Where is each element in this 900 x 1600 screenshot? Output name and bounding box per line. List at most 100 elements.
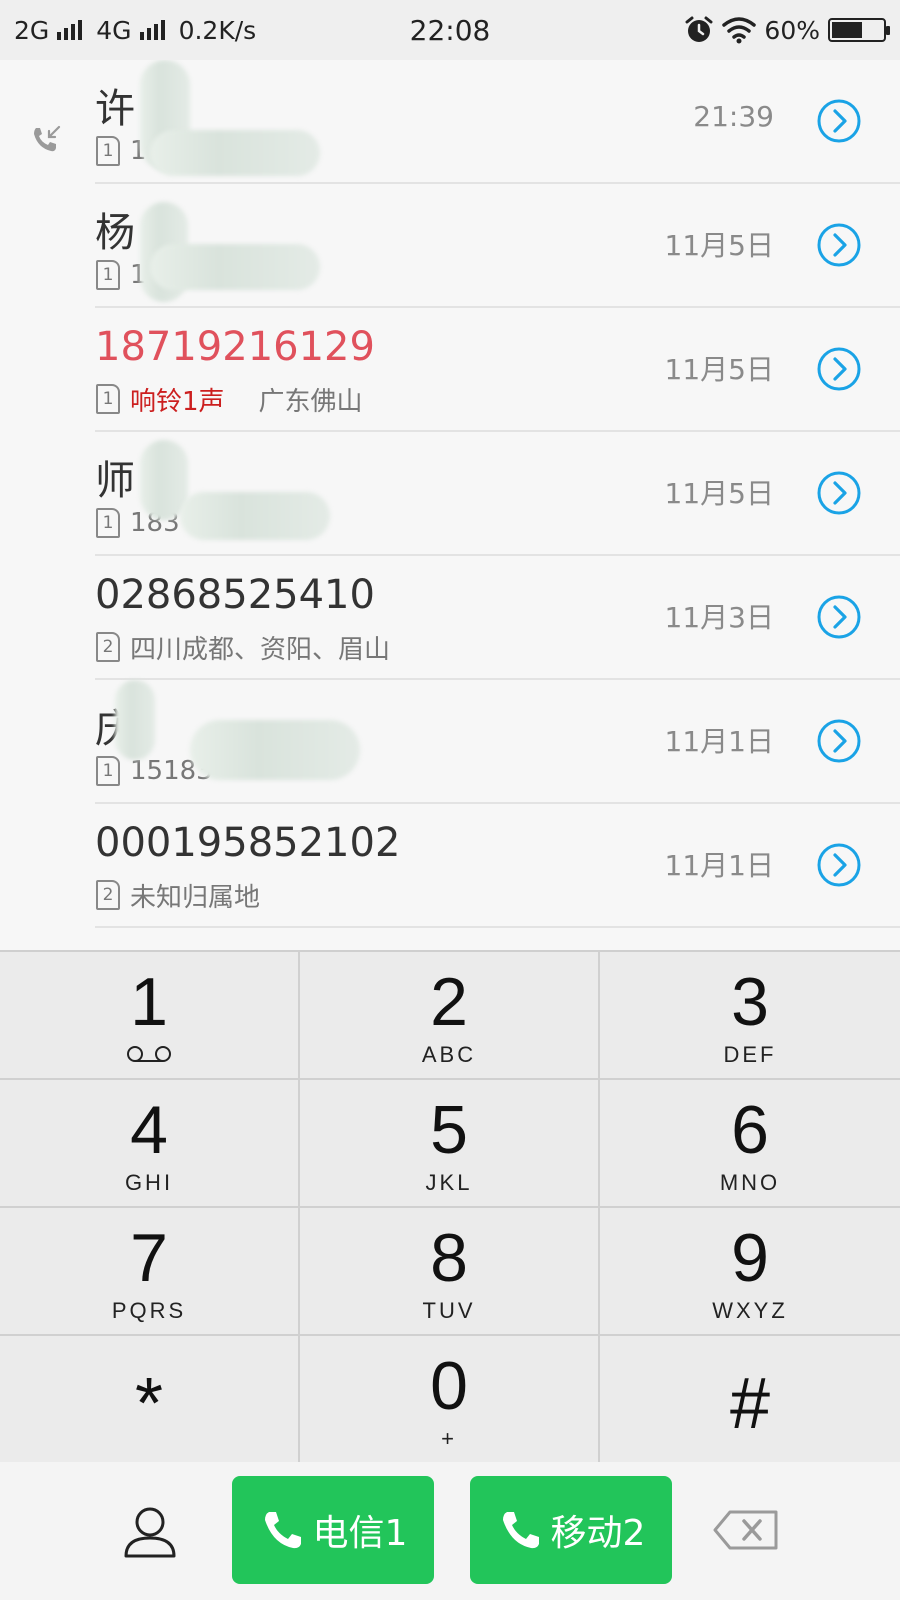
- call-sim2-label: 移动2: [550, 1513, 646, 1554]
- key-letters: DEF: [723, 1042, 777, 1067]
- call-name: 杨: [95, 210, 135, 256]
- call-time: 11月5日: [664, 229, 774, 262]
- call-sim1-label: 电信1: [312, 1513, 408, 1554]
- incoming-call-icon: [34, 125, 61, 152]
- key-letters: TUV: [422, 1298, 476, 1323]
- phone-icon: [264, 1512, 301, 1549]
- signal-icon: [57, 20, 83, 40]
- privacy-blur: [190, 720, 360, 780]
- wifi-icon: [722, 17, 757, 44]
- call-log-row[interactable]: 杨 1 1 11月5日: [0, 184, 900, 308]
- call-name: 18719216129: [95, 324, 375, 370]
- call-name: 师: [95, 458, 135, 504]
- sim-1-icon: 1: [96, 136, 120, 166]
- sim-1-icon: 1: [96, 260, 120, 290]
- call-subtitle: 2 未知归属地: [96, 878, 261, 913]
- chevron-right-circle-icon[interactable]: [816, 222, 862, 268]
- voicemail-icon: [127, 1046, 171, 1062]
- status-left: 2G 4G 0.2K/s: [14, 16, 256, 45]
- status-right: 60%: [684, 15, 890, 45]
- key-digit: 9: [731, 1220, 769, 1296]
- dial-keypad: 1 2 ABC 3 DEF 4 GHI 5 JKL 6 MNO 7 PQRS 8 TUV 9 WXYZ * 0 + #: [0, 950, 900, 1464]
- key-letters: PQRS: [111, 1298, 187, 1323]
- sim-2-icon: 2: [96, 880, 120, 910]
- key-1[interactable]: 1: [0, 952, 300, 1080]
- key-8[interactable]: 8 TUV: [300, 1208, 600, 1336]
- key-6[interactable]: 6 MNO: [600, 1080, 900, 1208]
- key-9[interactable]: 9 WXYZ: [600, 1208, 900, 1336]
- call-name: 000195852102: [95, 820, 401, 866]
- key-letters: ABC: [421, 1042, 477, 1067]
- sim-1-icon: 1: [96, 508, 120, 538]
- call-subtitle: 2 四川成都、资阳、眉山: [96, 630, 391, 665]
- call-log-row[interactable]: 000195852102 2 未知归属地 11月1日: [0, 804, 900, 928]
- sim-1-icon: 1: [96, 384, 120, 414]
- call-location: 广东佛山: [258, 386, 363, 417]
- privacy-blur: [150, 130, 320, 176]
- call-time: 11月1日: [664, 725, 774, 758]
- contacts-icon[interactable]: [118, 1500, 182, 1564]
- ring-count: 响铃1声: [130, 386, 225, 417]
- key-3[interactable]: 3 DEF: [600, 952, 900, 1080]
- key-5[interactable]: 5 JKL: [300, 1080, 600, 1208]
- call-sim2-button[interactable]: 移动2: [470, 1476, 672, 1584]
- backspace-icon[interactable]: [712, 1508, 780, 1552]
- battery-charging-icon: [828, 18, 890, 42]
- chevron-right-circle-icon[interactable]: [816, 346, 862, 392]
- call-time: 11月5日: [664, 477, 774, 510]
- chevron-right-circle-icon[interactable]: [816, 594, 862, 640]
- call-subtitle: 11: [96, 134, 147, 168]
- key-2[interactable]: 2 ABC: [300, 952, 600, 1080]
- key-digit: 4: [130, 1092, 168, 1168]
- call-time: 11月3日: [664, 601, 774, 634]
- call-time: 21:39: [693, 100, 774, 133]
- sim-1-icon: 1: [96, 756, 120, 786]
- key-digit: 7: [130, 1220, 168, 1296]
- call-log-row[interactable]: 师 1 183 11月5日: [0, 432, 900, 556]
- network-type-2: 4G: [96, 15, 132, 45]
- chevron-right-circle-icon[interactable]: [816, 470, 862, 516]
- key-7[interactable]: 7 PQRS: [0, 1208, 300, 1336]
- key-digit: 1: [130, 964, 168, 1040]
- status-bar: 2G 4G 0.2K/s 22:08 60%: [0, 0, 900, 60]
- key-letters: +: [441, 1426, 457, 1451]
- sim-2-icon: 2: [96, 632, 120, 662]
- key-digit: 0: [430, 1348, 468, 1424]
- key-digit: 6: [731, 1092, 769, 1168]
- action-bar: 电信1 移动2: [0, 1462, 900, 1600]
- privacy-blur: [180, 492, 330, 540]
- call-log-row[interactable]: 庆11518311月1日: [0, 680, 900, 804]
- privacy-blur: [150, 244, 320, 290]
- call-log-row[interactable]: 02868525410 2 四川成都、资阳、眉山 11月3日: [0, 556, 900, 680]
- key-0[interactable]: 0 +: [300, 1336, 600, 1464]
- chevron-right-circle-icon[interactable]: [816, 842, 862, 888]
- key-digit: *: [134, 1364, 164, 1444]
- call-log-row[interactable]: 18719216129 1 响铃1声 广东佛山 11月5日: [0, 308, 900, 432]
- call-time: 11月5日: [664, 353, 774, 386]
- key-digit: 8: [430, 1220, 468, 1296]
- key-letters: WXYZ: [712, 1298, 788, 1323]
- chevron-right-circle-icon[interactable]: [816, 98, 862, 144]
- battery-fill: [832, 22, 862, 38]
- row-divider: [95, 926, 900, 928]
- privacy-blur: [115, 680, 155, 760]
- key-digit: #: [729, 1364, 771, 1444]
- call-time: 11月1日: [664, 849, 774, 882]
- call-name: 许: [95, 86, 135, 132]
- call-log-row[interactable]: 许 1 1 21:39: [0, 60, 900, 184]
- key-4[interactable]: 4 GHI: [0, 1080, 300, 1208]
- call-detail: 四川成都、资阳、眉山: [130, 634, 391, 665]
- phone-icon: [502, 1512, 539, 1549]
- signal-icon: [139, 20, 165, 40]
- key-digit: 5: [430, 1092, 468, 1168]
- network-speed: 0.2K/s: [178, 15, 257, 45]
- key-letters: JKL: [425, 1170, 473, 1195]
- key-star[interactable]: *: [0, 1336, 300, 1464]
- call-detail: 未知归属地: [130, 882, 261, 913]
- call-subtitle: 11: [96, 258, 147, 292]
- call-sim1-button[interactable]: 电信1: [232, 1476, 434, 1584]
- chevron-right-circle-icon[interactable]: [816, 718, 862, 764]
- call-log-list[interactable]: 许 1 1 21:39 杨 1 1 11月5日 18719216129 1 响铃1声 广东佛山 11月5…: [0, 60, 900, 930]
- key-letters: MNO: [719, 1170, 781, 1195]
- key-hash[interactable]: #: [600, 1336, 900, 1464]
